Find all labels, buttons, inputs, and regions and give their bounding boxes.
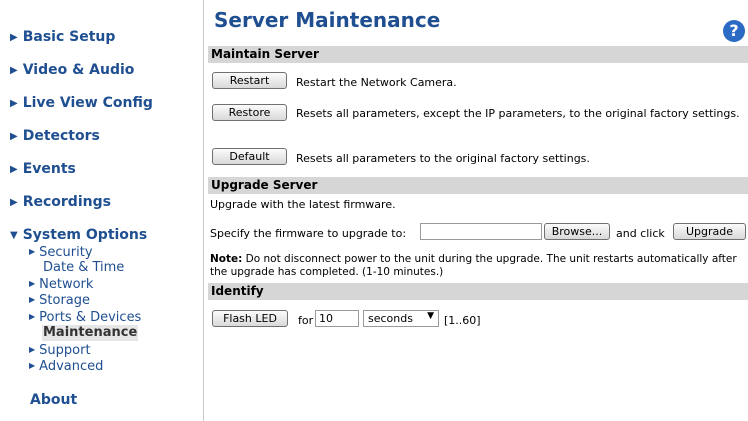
chevron-right-icon: ▶ — [29, 312, 36, 321]
sidebar-subitem-label: Security — [39, 245, 93, 260]
section-header-upgrade-server: Upgrade Server — [208, 177, 748, 194]
sidebar-divider — [203, 0, 204, 421]
chevron-right-icon: ▶ — [29, 295, 36, 304]
sidebar-subitem-storage[interactable]: ▶ Storage — [29, 292, 90, 309]
sidebar-item-recordings[interactable]: ▶ Recordings — [10, 194, 111, 210]
sidebar-item-video-audio[interactable]: ▶ Video & Audio — [10, 62, 134, 78]
sidebar-subitem-support[interactable]: ▶ Support — [29, 342, 91, 359]
sidebar-item-label: Video & Audio — [22, 62, 135, 78]
duration-range-text: [1..60] — [444, 314, 481, 327]
upgrade-note: Note: Do not disconnect power to the uni… — [210, 253, 748, 279]
sidebar-item-label: Basic Setup — [22, 29, 116, 45]
sidebar-item-system-options[interactable]: ▼ System Options — [10, 227, 147, 243]
chevron-down-icon: ▼ — [10, 230, 18, 241]
sidebar-subitem-maintenance[interactable]: Maintenance — [42, 325, 139, 341]
section-header-maintain-server: Maintain Server — [208, 46, 748, 63]
sidebar-subitem-label: Advanced — [39, 359, 104, 374]
duration-unit-value: seconds — [368, 312, 413, 325]
sidebar-item-label: Events — [22, 161, 76, 177]
chevron-right-icon: ▶ — [29, 279, 36, 288]
sidebar-subitem-advanced[interactable]: ▶ Advanced — [29, 358, 103, 375]
upgrade-button[interactable]: Upgrade — [673, 223, 746, 240]
restore-description: Resets all parameters, except the IP par… — [296, 107, 740, 120]
main-content: Server Maintenance ? Maintain Server Res… — [208, 0, 748, 421]
sidebar-subitem-date-time[interactable]: Date & Time — [43, 260, 124, 276]
flash-led-button[interactable]: Flash LED — [212, 310, 288, 327]
chevron-right-icon: ▶ — [10, 164, 18, 175]
chevron-right-icon: ▶ — [10, 98, 18, 109]
sidebar-item-live-view-config[interactable]: ▶ Live View Config — [10, 95, 153, 111]
chevron-right-icon: ▶ — [10, 197, 18, 208]
and-click-text: and click — [616, 227, 665, 240]
note-text: Do not disconnect power to the unit duri… — [210, 253, 737, 278]
sidebar-subitem-security[interactable]: ▶ Security — [29, 244, 93, 261]
chevron-right-icon: ▶ — [10, 65, 18, 76]
chevron-right-icon: ▶ — [10, 131, 18, 142]
sidebar-subitem-label: Maintenance — [43, 325, 138, 340]
chevron-down-icon: ▼ — [427, 311, 434, 321]
sidebar-subitem-label: Network — [39, 277, 94, 292]
chevron-right-icon: ▶ — [29, 247, 36, 256]
browse-button[interactable]: Browse... — [544, 223, 610, 240]
default-description: Resets all parameters to the original fa… — [296, 152, 590, 165]
default-button[interactable]: Default — [212, 148, 287, 165]
sidebar-subitem-label: Storage — [39, 293, 91, 308]
firmware-label: Specify the firmware to upgrade to: — [210, 227, 407, 240]
sidebar-subitem-network[interactable]: ▶ Network — [29, 276, 93, 293]
sidebar-item-label: Live View Config — [22, 95, 153, 111]
restart-description: Restart the Network Camera. — [296, 76, 457, 89]
sidebar-item-detectors[interactable]: ▶ Detectors — [10, 128, 100, 144]
sidebar-subitem-label: Support — [39, 343, 91, 358]
sidebar-item-label: About — [30, 392, 78, 408]
sidebar-subitem-ports-devices[interactable]: ▶ Ports & Devices — [29, 309, 141, 326]
sidebar-subitem-label: Ports & Devices — [39, 310, 142, 325]
sidebar-nav: ▶ Basic Setup ▶ Video & Audio ▶ Live View C… — [0, 0, 203, 421]
sidebar-item-basic-setup[interactable]: ▶ Basic Setup — [10, 29, 115, 45]
sidebar-item-about[interactable]: About — [30, 392, 77, 408]
sidebar-item-label: System Options — [22, 227, 148, 243]
sidebar-subitem-label: Date & Time — [43, 260, 125, 275]
section-header-identify: Identify — [208, 283, 748, 300]
help-icon[interactable]: ? — [723, 20, 745, 42]
flash-duration-input[interactable] — [315, 310, 359, 327]
chevron-right-icon: ▶ — [29, 361, 36, 370]
sidebar-item-events[interactable]: ▶ Events — [10, 161, 76, 177]
chevron-right-icon: ▶ — [10, 32, 18, 43]
page-title: Server Maintenance — [214, 8, 441, 32]
chevron-right-icon: ▶ — [29, 345, 36, 354]
firmware-file-input[interactable] — [420, 223, 542, 240]
upgrade-intro: Upgrade with the latest firmware. — [210, 198, 396, 211]
for-text: for — [298, 314, 314, 327]
note-label: Note: — [210, 253, 243, 265]
sidebar-item-label: Recordings — [22, 194, 111, 210]
sidebar-item-label: Detectors — [22, 128, 100, 144]
duration-unit-select[interactable]: seconds ▼ — [363, 310, 439, 327]
restart-button[interactable]: Restart — [212, 72, 287, 89]
